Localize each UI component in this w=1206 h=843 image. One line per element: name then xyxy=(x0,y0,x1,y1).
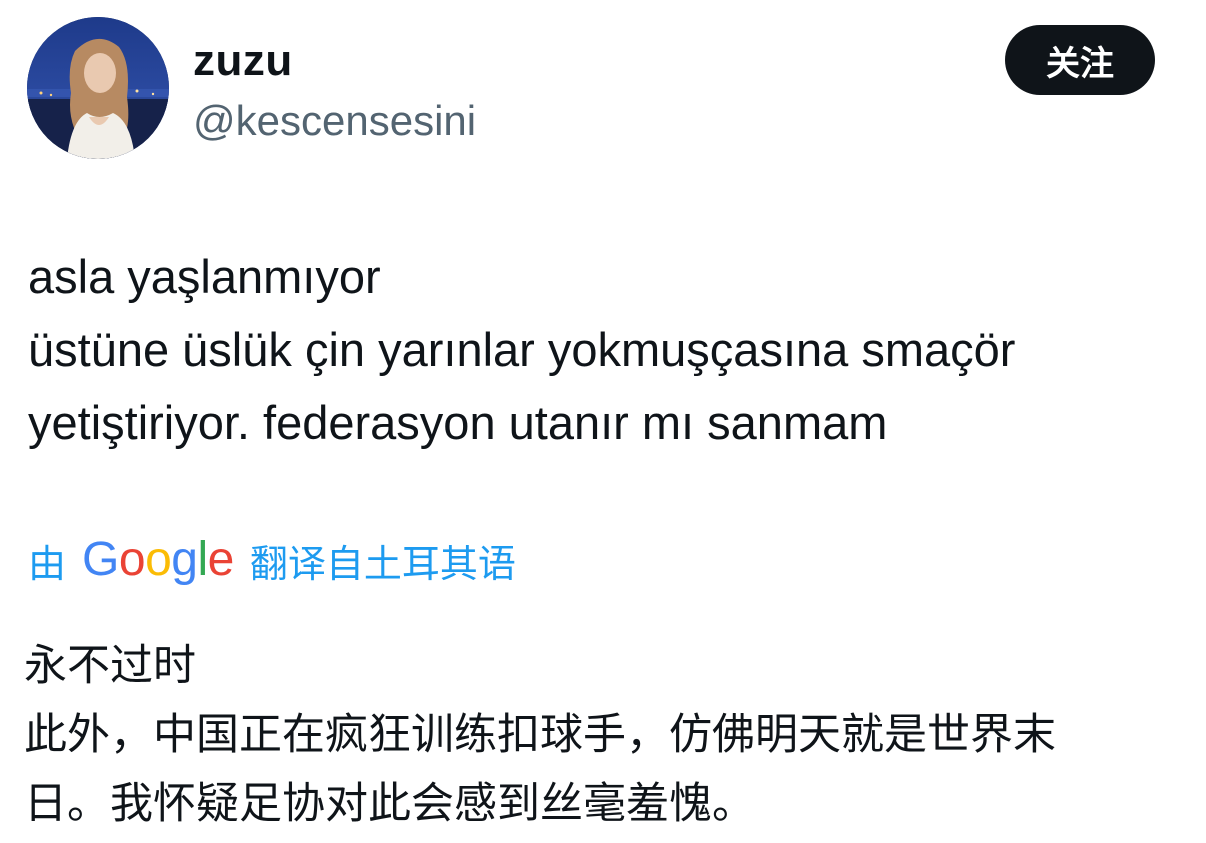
tweet-text: asla yaşlanmıyor üstüne üslük çin yarınl… xyxy=(28,240,1188,459)
tweet-text-line: asla yaşlanmıyor xyxy=(28,250,381,303)
tweet-text-line: yetiştiriyor. federasyon utanır mı sanma… xyxy=(28,396,888,449)
tweet-card: zuzu @kescensesini 关注 asla yaşlanmıyor ü… xyxy=(0,0,1206,843)
translated-text: 永不过时 此外，中国正在疯狂训练扣球手，仿佛明天就是世界末 日。我怀疑足协对此会… xyxy=(24,632,1194,839)
translation-prefix: 由 xyxy=(28,541,67,586)
profile-photo-icon xyxy=(27,17,169,159)
translated-text-line: 永不过时 xyxy=(24,641,196,691)
google-logo-icon: Google xyxy=(82,533,234,586)
translation-attribution-link[interactable]: 由 Google 翻译自土耳其语 xyxy=(28,530,516,590)
translation-source-language: 翻译自土耳其语 xyxy=(249,541,516,586)
display-name[interactable]: zuzu xyxy=(193,36,293,86)
tweet-text-line: üstüne üslük çin yarınlar yokmuşçasına s… xyxy=(28,323,1016,376)
translated-text-line: 日。我怀疑足协对此会感到丝毫羞愧。 xyxy=(24,779,755,829)
follow-button[interactable]: 关注 xyxy=(1005,25,1155,95)
translated-text-line: 此外，中国正在疯狂训练扣球手，仿佛明天就是世界末 xyxy=(24,710,1056,760)
avatar[interactable] xyxy=(27,17,169,159)
user-handle[interactable]: @kescensesini xyxy=(193,96,476,146)
